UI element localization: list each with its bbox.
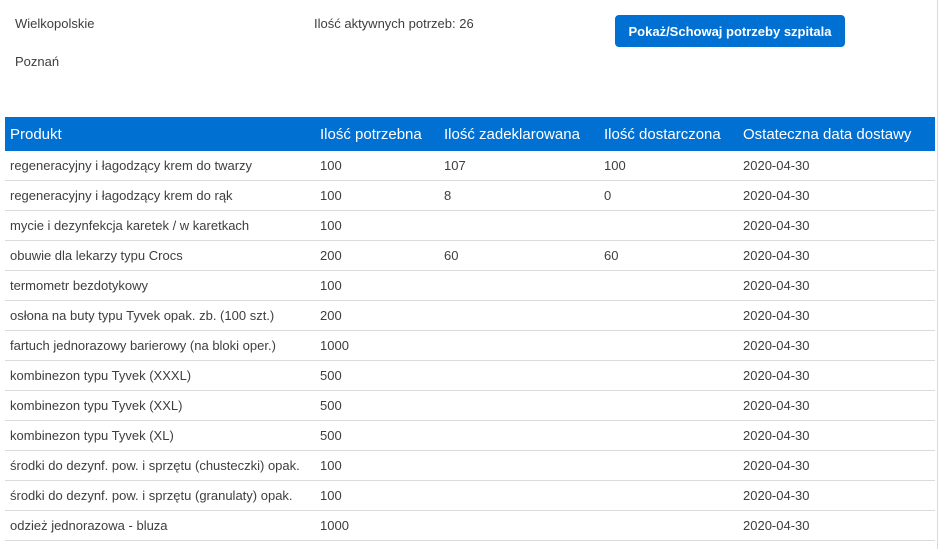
declared-quantity-cell [439, 330, 599, 361]
hospital-city: Poznań [15, 54, 60, 69]
delivery-date-cell: 2020-04-30 [738, 270, 935, 301]
product-cell: termometr bezdotykowy [5, 270, 315, 301]
declared-quantity-cell [439, 210, 599, 241]
product-cell: odzież jednorazowa - bluza [5, 510, 315, 541]
delivery-date-cell: 2020-04-30 [738, 180, 935, 211]
product-cell: kombinezon typu Tyvek (XXL) [5, 390, 315, 421]
hospital-region: Wielkopolskie [15, 16, 95, 31]
table-row: osłona na buty typu Tyvek opak. zb. (100… [5, 300, 935, 331]
delivered-quantity-cell [599, 480, 738, 511]
page-right-border [937, 0, 938, 549]
column-header-final-delivery-date: Ostateczna data dostawy [738, 117, 935, 151]
delivery-date-cell: 2020-04-30 [738, 390, 935, 421]
declared-quantity-cell: 60 [439, 240, 599, 271]
delivery-date-cell: 2020-04-30 [738, 360, 935, 391]
needed-quantity-cell: 100 [315, 151, 439, 181]
hospital-needs-table: Produkt Ilość potrzebna Ilość zadeklarow… [5, 117, 935, 541]
needed-quantity-cell: 500 [315, 420, 439, 451]
needed-quantity-cell: 1000 [315, 510, 439, 541]
declared-quantity-cell [439, 270, 599, 301]
delivered-quantity-cell [599, 450, 738, 481]
needed-quantity-cell: 1000 [315, 330, 439, 361]
table-row: kombinezon typu Tyvek (XL) 500 2020-04-3… [5, 420, 935, 451]
needed-quantity-cell: 500 [315, 360, 439, 391]
product-cell: środki do dezynf. pow. i sprzętu (granul… [5, 480, 315, 511]
delivery-date-cell: 2020-04-30 [738, 450, 935, 481]
delivered-quantity-cell: 60 [599, 240, 738, 271]
needed-quantity-cell: 100 [315, 210, 439, 241]
declared-quantity-cell [439, 510, 599, 541]
table-row: kombinezon typu Tyvek (XXL) 500 2020-04-… [5, 390, 935, 421]
product-cell: kombinezon typu Tyvek (XXXL) [5, 360, 315, 391]
product-cell: fartuch jednorazowy barierowy (na bloki … [5, 330, 315, 361]
declared-quantity-cell [439, 450, 599, 481]
table-row: kombinezon typu Tyvek (XXXL) 500 2020-04… [5, 360, 935, 391]
table-row: mycie i dezynfekcja karetek / w karetkac… [5, 210, 935, 241]
table-row: termometr bezdotykowy 100 2020-04-30 [5, 270, 935, 301]
table-header-row: Produkt Ilość potrzebna Ilość zadeklarow… [5, 117, 935, 151]
column-header-declared-quantity: Ilość zadeklarowana [439, 117, 599, 151]
product-cell: regeneracyjny i łagodzący krem do twarzy [5, 151, 315, 181]
delivered-quantity-cell: 100 [599, 151, 738, 181]
declared-quantity-cell [439, 480, 599, 511]
column-header-product: Produkt [5, 117, 315, 151]
table-row: obuwie dla lekarzy typu Crocs 200 60 60 … [5, 240, 935, 271]
needed-quantity-cell: 200 [315, 300, 439, 331]
delivered-quantity-cell [599, 300, 738, 331]
column-header-needed-quantity: Ilość potrzebna [315, 117, 439, 151]
needed-quantity-cell: 200 [315, 240, 439, 271]
delivery-date-cell: 2020-04-30 [738, 330, 935, 361]
declared-quantity-cell: 107 [439, 151, 599, 181]
delivered-quantity-cell [599, 360, 738, 391]
delivered-quantity-cell: 0 [599, 180, 738, 211]
needed-quantity-cell: 100 [315, 450, 439, 481]
needed-quantity-cell: 100 [315, 270, 439, 301]
needed-quantity-cell: 100 [315, 180, 439, 211]
delivery-date-cell: 2020-04-30 [738, 480, 935, 511]
declared-quantity-cell [439, 420, 599, 451]
product-cell: regeneracyjny i łagodzący krem do rąk [5, 180, 315, 211]
declared-quantity-cell [439, 360, 599, 391]
delivered-quantity-cell [599, 330, 738, 361]
delivery-date-cell: 2020-04-30 [738, 240, 935, 271]
table-row: fartuch jednorazowy barierowy (na bloki … [5, 330, 935, 361]
table-row: regeneracyjny i łagodzący krem do rąk 10… [5, 180, 935, 211]
delivery-date-cell: 2020-04-30 [738, 510, 935, 541]
column-header-delivered-quantity: Ilość dostarczona [599, 117, 738, 151]
product-cell: kombinezon typu Tyvek (XL) [5, 420, 315, 451]
table-row: regeneracyjny i łagodzący krem do twarzy… [5, 151, 935, 181]
declared-quantity-cell [439, 390, 599, 421]
delivered-quantity-cell [599, 510, 738, 541]
delivery-date-cell: 2020-04-30 [738, 420, 935, 451]
delivered-quantity-cell [599, 210, 738, 241]
table-row: środki do dezynf. pow. i sprzętu (chuste… [5, 450, 935, 481]
product-cell: osłona na buty typu Tyvek opak. zb. (100… [5, 300, 315, 331]
active-needs-count: Ilość aktywnych potrzeb: 26 [314, 16, 474, 31]
table-row: odzież jednorazowa - bluza 1000 2020-04-… [5, 510, 935, 541]
product-cell: mycie i dezynfekcja karetek / w karetkac… [5, 210, 315, 241]
toggle-hospital-needs-button[interactable]: Pokaż/Schowaj potrzeby szpitala [615, 15, 845, 47]
table-row: środki do dezynf. pow. i sprzętu (granul… [5, 480, 935, 511]
needed-quantity-cell: 100 [315, 480, 439, 511]
delivered-quantity-cell [599, 270, 738, 301]
needed-quantity-cell: 500 [315, 390, 439, 421]
declared-quantity-cell [439, 300, 599, 331]
delivery-date-cell: 2020-04-30 [738, 151, 935, 181]
delivered-quantity-cell [599, 420, 738, 451]
product-cell: obuwie dla lekarzy typu Crocs [5, 240, 315, 271]
delivery-date-cell: 2020-04-30 [738, 300, 935, 331]
product-cell: środki do dezynf. pow. i sprzętu (chuste… [5, 450, 315, 481]
delivered-quantity-cell [599, 390, 738, 421]
delivery-date-cell: 2020-04-30 [738, 210, 935, 241]
declared-quantity-cell: 8 [439, 180, 599, 211]
